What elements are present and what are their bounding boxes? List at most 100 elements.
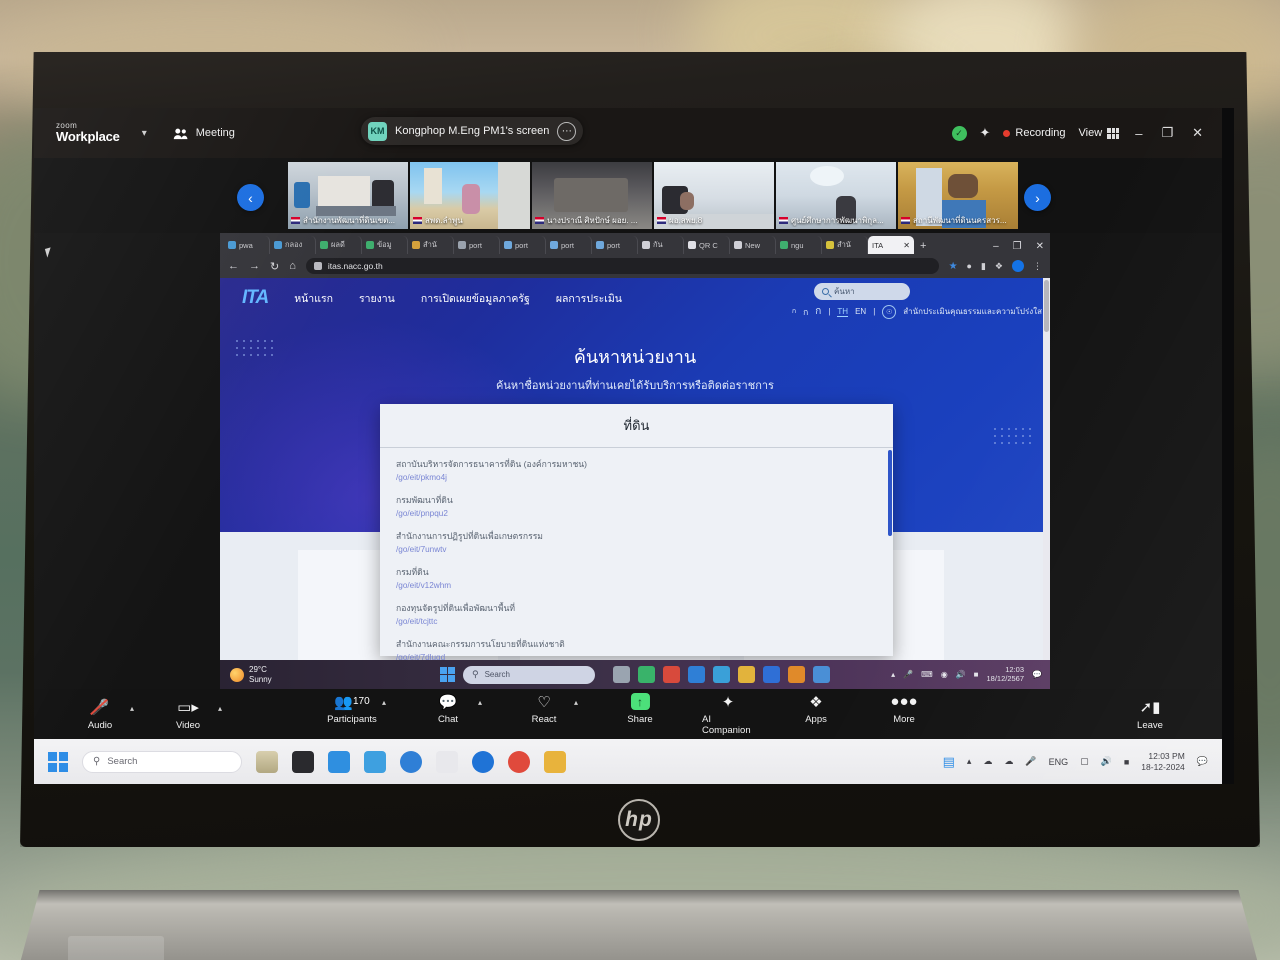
nav-item-reports[interactable]: รายงาน (359, 290, 395, 307)
bookmark-star-icon[interactable]: ★ (949, 261, 958, 272)
onedrive-icon[interactable]: ☁ (1004, 756, 1013, 767)
app-icon-zoom[interactable] (763, 666, 780, 683)
browser-close-button[interactable]: ✕ (1036, 241, 1044, 252)
meeting-tab[interactable]: Meeting (173, 127, 235, 140)
task-view-icon[interactable] (613, 666, 630, 683)
security-shield-icon[interactable]: ✓ (951, 125, 967, 141)
volume-icon[interactable]: 🔊 (1101, 756, 1112, 767)
shared-screen-content[interactable]: pwa กลอง ผลดี ข้อมู สำนั port port port … (220, 233, 1050, 689)
wallet-icon[interactable]: ▮ (981, 261, 986, 272)
app-icon-mail[interactable] (328, 750, 350, 773)
host-search-box[interactable]: ⚲ Search (82, 750, 242, 773)
cloud-icon[interactable]: ☁ (983, 756, 992, 767)
app-icon-mail[interactable] (688, 666, 705, 683)
browser-tab[interactable]: port (546, 236, 592, 254)
share-button[interactable]: ↑ Share (614, 692, 666, 736)
search-suggestion-panel[interactable]: ที่ดิน สถาบันบริหารจัดการธนาคารที่ดิน (อ… (380, 404, 893, 660)
chat-button[interactable]: 💬 Chat (422, 692, 474, 726)
address-bar[interactable]: itas.nacc.go.th (305, 258, 939, 274)
app-icon-terminal[interactable] (292, 750, 314, 773)
browser-tab[interactable]: port (454, 236, 500, 254)
participant-tile[interactable]: สพด.ลำพูน (410, 162, 530, 229)
ita-logo[interactable]: ITA (242, 287, 269, 309)
video-options-chevron-icon[interactable]: ▴ (218, 704, 222, 713)
font-size-medium-button[interactable]: ก (803, 305, 808, 319)
app-icon-chrome[interactable] (508, 750, 530, 773)
search-result-item[interactable]: กรมพัฒนาที่ดิน /go/eit/pnpqu2 (396, 493, 893, 518)
video-button[interactable]: ▭▸ Video (162, 698, 214, 731)
weather-widget[interactable]: 29°C Sunny (230, 665, 272, 684)
ai-sparkle-icon[interactable]: ✦ (980, 125, 991, 141)
page-scrollbar[interactable] (1043, 278, 1050, 660)
back-icon[interactable]: ← (228, 260, 239, 272)
audio-options-chevron-icon[interactable]: ▴ (130, 704, 134, 713)
browser-tab[interactable]: กลอง (270, 236, 316, 254)
ai-companion-button[interactable]: ✦ AI Companion (702, 692, 754, 737)
tray-expand-icon[interactable]: ▴ (891, 670, 895, 679)
accessibility-icon[interactable]: ☉ (882, 304, 897, 319)
browser-tab[interactable]: สำนั (408, 236, 454, 254)
browser-tab[interactable]: กัน (638, 236, 684, 254)
browser-menu-icon[interactable]: ⋮ (1033, 261, 1042, 272)
profile-avatar[interactable] (1012, 260, 1024, 272)
more-options-icon[interactable]: ⋯ (557, 121, 577, 141)
volume-icon[interactable]: 🔊 (956, 670, 966, 679)
keyboard-icon[interactable]: ⌨ (921, 670, 933, 679)
search-result-item[interactable]: สำนักงานคณะกรรมการนโยบายที่ดินแห่งชาติ /… (396, 637, 893, 660)
app-icon-teams[interactable] (364, 750, 386, 773)
participant-tile[interactable]: สถานีพัฒนาที่ดินนครสวร... (898, 162, 1018, 229)
wifi-icon[interactable]: ◉ (941, 670, 948, 679)
browser-restore-button[interactable]: ❐ (1013, 241, 1022, 252)
app-icon-teams[interactable] (713, 666, 730, 683)
participants-options-chevron-icon[interactable]: ▴ (382, 698, 386, 707)
participant-tile[interactable]: ศูนย์ศึกษาการพัฒนาพิกุล... (776, 162, 896, 229)
leave-button[interactable]: ➚▮ Leave (1124, 698, 1176, 731)
app-icon-file-explorer[interactable] (544, 750, 566, 773)
search-input[interactable]: ที่ดิน (380, 404, 893, 448)
recording-indicator[interactable]: Recording (1003, 127, 1066, 139)
font-size-small-button[interactable]: ก (792, 306, 796, 317)
browser-tab[interactable]: port (500, 236, 546, 254)
app-icon-elephant[interactable] (256, 750, 278, 773)
browser-tab[interactable]: ผลดี (316, 236, 362, 254)
taskbar-search-box[interactable]: ⚲ Search (463, 665, 595, 684)
participants-button[interactable]: 👥 170 Participants (326, 692, 378, 726)
browser-tab[interactable]: pwa (224, 236, 270, 254)
app-icon-acrobat[interactable] (436, 750, 458, 773)
extension-icon[interactable]: ● (967, 261, 972, 271)
taskbar-clock[interactable]: 12:03 18/12/2567 (986, 665, 1024, 683)
suggestions-scrollbar[interactable] (888, 450, 892, 536)
thumbnails-next-button[interactable]: › (1024, 184, 1051, 211)
browser-tab[interactable]: port (592, 236, 638, 254)
react-options-chevron-icon[interactable]: ▴ (574, 698, 578, 707)
participant-tile[interactable]: ผอ.สพย.8 (654, 162, 774, 229)
font-size-large-button[interactable]: ก (815, 304, 821, 319)
app-icon-edge[interactable] (400, 750, 422, 773)
tab-close-icon[interactable]: ✕ (903, 241, 910, 250)
reload-icon[interactable]: ↻ (270, 260, 279, 273)
react-button[interactable]: ♡ React (518, 692, 570, 726)
app-icon-folder[interactable] (738, 666, 755, 683)
microphone-icon[interactable]: 🎤 (903, 670, 913, 679)
participant-tile[interactable]: สำนักงานพัฒนาที่ดินเขต... (288, 162, 408, 229)
notifications-icon[interactable]: 💬 (1032, 670, 1042, 679)
widgets-icon[interactable]: ▤ (943, 754, 955, 770)
browser-tab[interactable]: ข้อมู (362, 236, 408, 254)
home-icon[interactable]: ⌂ (289, 260, 296, 272)
window-restore-button[interactable]: ❐ (1158, 125, 1176, 141)
more-button[interactable]: ●●● More (878, 692, 930, 736)
lang-th-button[interactable]: TH (837, 307, 849, 317)
search-result-item[interactable]: กองทุนจัดรูปที่ดินเพื่อพัฒนาพื้นที่ /go/… (396, 601, 893, 626)
notifications-icon[interactable]: 💬 (1197, 756, 1208, 767)
app-icon-office[interactable] (788, 666, 805, 683)
window-minimize-button[interactable]: – (1132, 126, 1145, 141)
battery-icon[interactable]: ■ (1124, 757, 1129, 767)
app-icon-explorer[interactable] (638, 666, 655, 683)
audio-button[interactable]: 🎤 Audio (74, 698, 126, 731)
app-icon-edge[interactable] (813, 666, 830, 683)
browser-tab[interactable]: ngu (776, 236, 822, 254)
site-info-icon[interactable] (313, 262, 322, 270)
battery-icon[interactable]: ■ (974, 670, 979, 679)
search-result-item[interactable]: สำนักงานการปฏิรูปที่ดินเพื่อเกษตรกรรม /g… (396, 529, 893, 554)
windows-start-icon[interactable] (440, 667, 455, 682)
